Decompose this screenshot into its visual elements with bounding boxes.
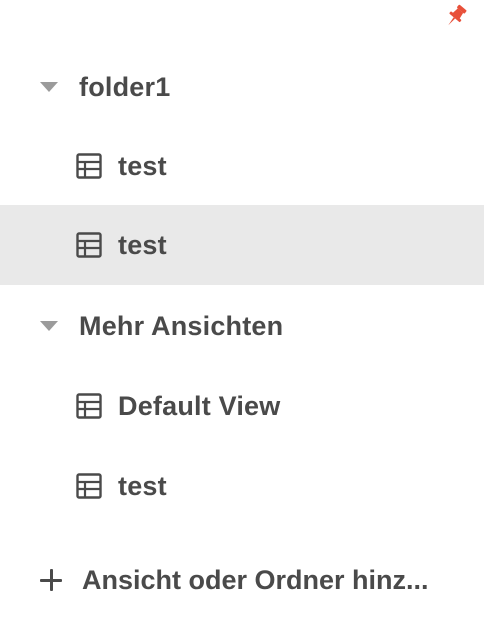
- caret-down-icon[interactable]: [40, 82, 58, 92]
- grid-view-icon: [76, 473, 102, 499]
- folder-label: Mehr Ansichten: [79, 310, 284, 341]
- folder-row-mehr-ansichten[interactable]: Mehr Ansichten: [0, 286, 484, 366]
- view-label: test: [118, 150, 167, 181]
- add-view-or-folder-button[interactable]: Ansicht oder Ordner hinz...: [0, 540, 484, 620]
- view-label: Default View: [118, 390, 281, 421]
- pin-icon[interactable]: [442, 2, 470, 30]
- view-row[interactable]: test: [0, 446, 484, 526]
- grid-view-icon: [76, 153, 102, 179]
- grid-view-icon: [76, 232, 102, 258]
- view-label: test: [118, 470, 167, 501]
- view-row[interactable]: Default View: [0, 366, 484, 446]
- caret-down-icon[interactable]: [40, 321, 58, 331]
- view-row-selected[interactable]: test: [0, 205, 484, 285]
- view-label: test: [118, 229, 167, 260]
- plus-icon: [40, 569, 62, 591]
- grid-view-icon: [76, 393, 102, 419]
- add-view-or-folder-label: Ansicht oder Ordner hinz...: [82, 564, 429, 595]
- folder-label: folder1: [79, 71, 171, 102]
- view-row[interactable]: test: [0, 126, 484, 206]
- folder-row-folder1[interactable]: folder1: [0, 47, 484, 127]
